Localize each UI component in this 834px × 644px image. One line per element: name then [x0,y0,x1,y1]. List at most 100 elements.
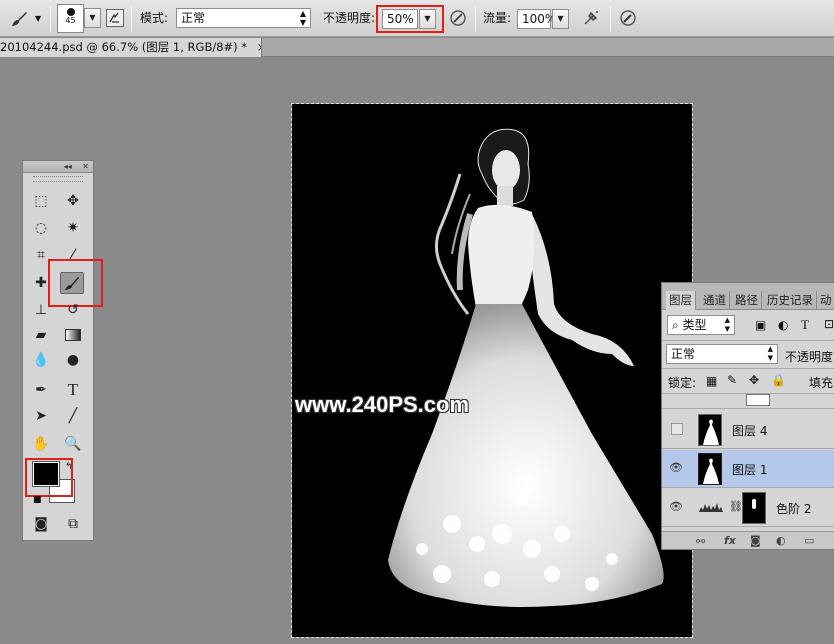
lock-transparency-icon[interactable]: ▦ [706,374,717,388]
path-selection-tool-icon[interactable]: ➤ [29,405,53,427]
lock-all-icon[interactable]: 🔒 [771,373,786,387]
brush-preset-picker[interactable]: 45 [57,4,84,33]
airbrush-icon[interactable] [582,9,600,27]
document-tab-bar: 20104244.psd @ 66.7% (图层 1, RGB/8#) * × [0,38,834,57]
lock-row: 锁定: ▦ ✎ ✥ 🔒 填充 [662,368,834,392]
eye-icon[interactable]: 👁 [669,461,683,475]
opacity-label: 不透明度: [323,11,376,25]
blur-tool-icon[interactable]: 💧 [29,349,53,371]
layers-panel: 图层 通道 路径 历史记录 动 ⌕ 类型 ▲ ▼ ▣ ◐ T ⊡ 正常 ▲ ▼ 不透… [661,282,834,550]
flow-label: 流量: [483,11,512,25]
mask-link-icon[interactable]: ⛓ [729,500,743,513]
swap-colors-icon[interactable]: ↰ [65,462,73,472]
options-bar: ▼ 45 ▼ 模式: 正常 ▲ ▼ 不透明度: 50% ▼ 流量: 100% ▼ [0,0,834,37]
filter-shape-icon[interactable]: ⊡ [824,317,834,331]
add-mask-icon[interactable]: ◙ [750,534,761,547]
blend-mode-value: 正常 [671,347,696,361]
tools-panel-header[interactable]: ◂◂ ✕ [23,161,93,173]
dodge-tool-icon[interactable]: ● [61,349,85,371]
history-brush-tool-icon[interactable]: ↺ [61,299,85,321]
brush-preset-dropdown[interactable]: ▼ [84,8,101,28]
tab-layers[interactable]: 图层 [666,291,696,310]
eraser-tool-icon[interactable]: ▰ [29,324,53,346]
filter-type-icon[interactable]: T [801,317,809,333]
mode-label: 模式: [140,11,169,25]
new-group-icon[interactable]: ▭ [804,534,814,547]
line-tool-icon[interactable]: ╱ [61,405,85,427]
document-canvas[interactable]: www.240PS.com [292,104,692,637]
tab-paths[interactable]: 路径 [732,291,762,310]
pen-tool-icon[interactable]: ✒ [29,379,53,401]
levels-adjustment-icon [698,501,724,513]
brush-size-label: 45 [65,16,76,25]
opacity-value: 50% [387,12,414,26]
woman-dress-mask [388,128,664,607]
mode-value: 正常 [181,11,206,25]
blend-row: 正常 ▲ ▼ 不透明度 [662,340,834,366]
panel-tabs: 图层 通道 路径 历史记录 动 [662,283,834,310]
layers-footer: ⚯ fx ◙ ◐ ▭ [662,531,834,549]
layer-row[interactable]: 👁 图层 1 [662,450,834,488]
close-panel-icon[interactable]: ✕ [82,162,89,171]
layer-row[interactable]: 👁 ⛓ 色阶 2 [662,489,834,527]
layer-opacity-label: 不透明度 [785,350,834,364]
pressure-size-icon[interactable] [619,9,637,27]
tools-panel: ◂◂ ✕ ⬚ ✥ ◌ ✷ ⌗ ⁄ ✚ ⊥ ↺ ▰ 💧 ● ✒ T ➤ ╱ ✋ 🔍… [22,160,103,541]
close-tab-icon[interactable]: × [257,40,261,54]
flow-input[interactable]: 100% [517,9,556,29]
clone-stamp-tool-icon[interactable]: ⊥ [29,299,53,321]
tab-actions[interactable]: 动 [817,291,834,310]
lock-pixels-icon[interactable]: ✎ [727,373,737,387]
brush-panel-toggle-icon[interactable] [106,9,124,27]
default-colors-icon[interactable]: ■ [33,495,42,505]
layer-name: 图层 1 [732,463,768,477]
filter-row: ⌕ 类型 ▲ ▼ ▣ ◐ T ⊡ [662,313,834,337]
lock-position-icon[interactable]: ✥ [749,373,759,387]
layer-name: 图层 4 [732,424,768,438]
filter-kind-select[interactable]: ⌕ 类型 ▲ ▼ [667,315,735,335]
collapse-panel-icon[interactable]: ◂◂ [64,162,72,171]
search-icon: ⌕ [672,318,683,332]
tab-history[interactable]: 历史记录 [764,291,817,310]
flow-dropdown[interactable]: ▼ [552,9,569,29]
new-adjustment-icon[interactable]: ◐ [776,534,786,547]
magic-wand-tool-icon[interactable]: ✷ [61,217,85,239]
brush-tool-icon[interactable] [8,8,30,30]
layer-row[interactable]: 图层 4 [662,411,834,449]
link-layers-icon[interactable]: ⚯ [696,535,705,548]
filter-image-icon[interactable]: ▣ [755,318,766,332]
filter-adjustment-icon[interactable]: ◐ [778,318,788,332]
select-arrows-icon: ▲ ▼ [767,345,773,362]
filter-kind-value: 类型 [682,318,707,332]
blend-mode-select[interactable]: 正常 ▲ ▼ [666,344,778,364]
panel-grip[interactable] [33,176,83,182]
lasso-tool-icon[interactable]: ◌ [29,217,53,239]
hand-tool-icon[interactable]: ✋ [29,433,53,455]
layer-name: 色阶 2 [776,502,812,516]
layer-row-partial[interactable] [662,393,834,409]
gradient-tool-icon[interactable] [61,324,85,346]
document-tab[interactable]: 20104244.psd @ 66.7% (图层 1, RGB/8#) * × [0,38,262,57]
tool-preset-dropdown-icon[interactable]: ▼ [35,14,41,23]
quick-mask-icon[interactable]: ◙ [29,513,53,535]
type-tool-icon[interactable]: T [61,379,85,401]
tab-channels[interactable]: 通道 [700,291,730,310]
visibility-toggle[interactable] [671,423,683,435]
eye-icon[interactable]: 👁 [669,500,683,514]
layer-style-icon[interactable]: fx [724,534,736,547]
partial-thumb [746,394,770,406]
marquee-tool-icon[interactable]: ⬚ [29,190,53,212]
mode-select[interactable]: 正常 ▲ ▼ [176,8,311,28]
fill-label: 填充 [809,376,834,390]
watermark-text: www.240PS.com [295,392,470,417]
layer-thumbnail [698,414,722,446]
layer-thumbnail [698,453,722,485]
move-tool-icon[interactable]: ✥ [61,190,85,212]
select-arrows-icon: ▲ ▼ [724,316,730,333]
opacity-dropdown[interactable]: ▼ [419,9,436,29]
screen-mode-icon[interactable]: ⧉ [61,513,85,535]
layer-mask-thumbnail[interactable] [742,492,766,524]
opacity-input[interactable]: 50% [382,9,418,29]
zoom-tool-icon[interactable]: 🔍 [61,433,85,455]
pressure-opacity-icon[interactable] [449,9,467,27]
